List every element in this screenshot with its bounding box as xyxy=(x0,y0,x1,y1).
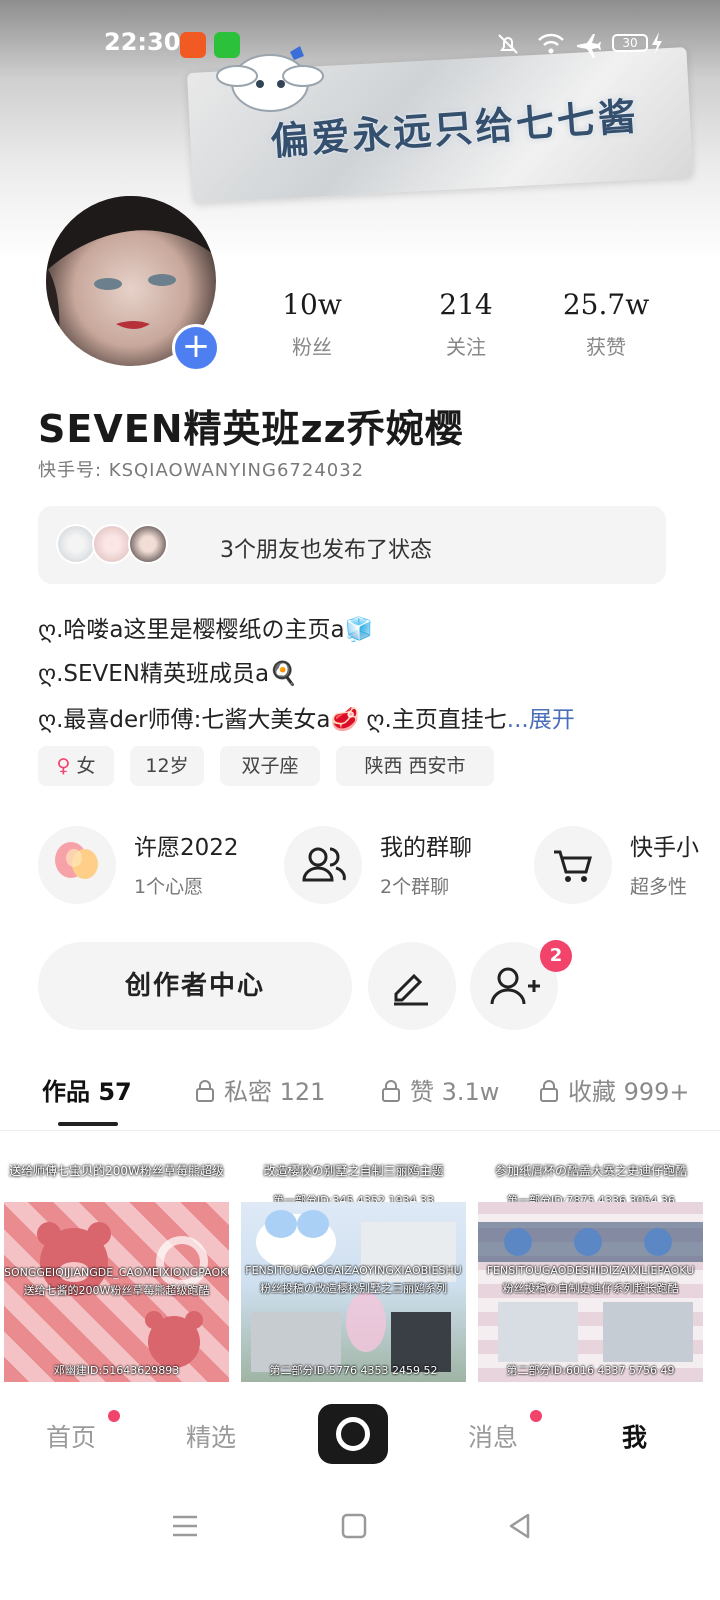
tab-private[interactable]: 私密 121 xyxy=(196,1072,325,1107)
friends-status-text: 3个朋友也发布了状态 xyxy=(220,538,432,563)
video-subtitle: 第二部分ID:6016 4337 5756 49 xyxy=(506,1364,675,1377)
mute-icon xyxy=(498,34,518,54)
video-subtitle: 送给七酱的200W粉丝草莓熊超级跑酷 xyxy=(23,1284,210,1297)
feature-title: 快手小 xyxy=(630,835,699,861)
stat-value: 214 xyxy=(439,288,493,321)
stat-following[interactable]: 214 关注 xyxy=(406,288,526,360)
lock-icon xyxy=(540,1080,558,1102)
group-icon xyxy=(284,826,362,904)
battery-icon: 30 xyxy=(612,34,648,52)
feature-subtitle: 1个心愿 xyxy=(134,876,204,898)
tab-label: 私密 121 xyxy=(224,1078,326,1106)
bio-line: ღ.SEVEN精英班成员a🍳 xyxy=(38,661,298,687)
tag-zodiac: 双子座 xyxy=(220,746,320,786)
grid-divider xyxy=(0,1130,720,1131)
video-preview: FENSITOUGAODESHIDIZAIXILIEPAOKU 粉丝投稿の自制史… xyxy=(478,1202,703,1382)
stat-label: 关注 xyxy=(446,335,486,359)
video-caption: 送给师傅七宝贝的200W粉丝草莓熊超级 xyxy=(9,1164,224,1178)
feature-subtitle: 2个群聊 xyxy=(380,876,450,898)
feature-title: 许愿2022 xyxy=(134,835,239,861)
menu-icon[interactable] xyxy=(170,1512,200,1540)
tab-label: 收藏 999+ xyxy=(568,1078,690,1106)
tab-label: 赞 3.1w xyxy=(410,1078,500,1106)
kuaishou-app-icon xyxy=(180,32,206,58)
status-time: 22:30 xyxy=(104,28,181,56)
stat-likes[interactable]: 25.7w 获赞 xyxy=(546,288,666,360)
bio-text: ღ.最喜der师傅:七酱大美女a🥩 ღ.主页直挂七 xyxy=(38,707,507,733)
bio-expand-link[interactable]: ...展开 xyxy=(507,707,575,733)
video-subtitle: FENSITOUGAODESHIDIZAIXILIEPAOKU xyxy=(486,1264,695,1277)
friend-avatar xyxy=(92,524,132,564)
back-triangle-icon[interactable] xyxy=(506,1512,534,1540)
tab-works[interactable]: 作品 57 xyxy=(42,1072,132,1107)
video-subtitle: 粉丝投稿の改造樱校别墅之三丽鸥系列 xyxy=(260,1282,447,1295)
notification-badge: 2 xyxy=(540,940,572,972)
video-caption: 改造樱校の别墅之自制三丽鸥主题 xyxy=(263,1164,444,1178)
lock-icon xyxy=(196,1080,214,1102)
bio-line: ღ.哈喽a这里是樱樱纸の主页a🧊 xyxy=(38,617,374,643)
female-icon: ♀ xyxy=(56,755,71,777)
nav-home[interactable]: 首页 xyxy=(46,1418,96,1454)
friends-status-card[interactable]: 3个朋友也发布了状态 xyxy=(38,506,666,584)
wifi-icon xyxy=(538,33,564,54)
bio-line: ღ.最喜der师傅:七酱大美女a🥩 ღ.主页直挂七...展开 xyxy=(38,700,575,734)
friend-avatar xyxy=(56,524,96,564)
feature-title: 我的群聊 xyxy=(380,835,472,861)
status-bar: 22:30 30 xyxy=(0,24,720,64)
lock-icon xyxy=(382,1080,400,1102)
nav-home-dot xyxy=(108,1410,120,1422)
shoot-button[interactable] xyxy=(318,1404,388,1464)
stat-value: 25.7w xyxy=(562,288,650,321)
kuaishou-id[interactable]: 快手号: KSQIAOWANYING6724032 xyxy=(38,456,364,482)
nav-me[interactable]: 我 xyxy=(622,1418,647,1454)
nav-messages[interactable]: 消息 xyxy=(468,1418,518,1454)
airplane-icon xyxy=(577,34,601,58)
video-subtitle: FENSITOUGAOGAIZAOYINGXIAOBIESHU xyxy=(245,1264,462,1277)
video-subtitle: 邓幽建ID:51643629893 xyxy=(53,1364,180,1377)
friend-avatar xyxy=(128,524,168,564)
feature-subtitle: 超多性 xyxy=(630,876,688,898)
charging-icon xyxy=(652,32,662,54)
home-square-icon[interactable] xyxy=(340,1512,368,1540)
nav-featured[interactable]: 精选 xyxy=(186,1418,236,1454)
username: SEVEN精英班zz乔婉樱 xyxy=(38,407,464,451)
nav-messages-dot xyxy=(530,1410,542,1422)
lantern-icon xyxy=(38,826,116,904)
video-caption: 参加纸屑杯の酷盖大赛之史迪仔跑酷 xyxy=(494,1164,687,1178)
bottom-nav: 首页 精选 消息 我 xyxy=(0,1388,720,1480)
tab-favorites[interactable]: 收藏 999+ xyxy=(540,1072,690,1107)
video-subtitle: 粉丝投稿の自制史迪仔系列超长跑酷 xyxy=(502,1282,679,1295)
video-thumbnail[interactable]: 改造樱校の别墅之自制三丽鸥主题 第一部分ID:345 4352 1934 33 … xyxy=(237,1132,470,1388)
stat-fans[interactable]: 10w 粉丝 xyxy=(252,288,372,360)
edit-profile-button[interactable] xyxy=(368,942,456,1030)
video-preview: SONGGEIQIJIANGDE_CAOMEIXIONGPAOKU 送给七酱的2… xyxy=(4,1202,229,1382)
add-avatar-button[interactable]: + xyxy=(172,324,220,372)
stat-label: 粉丝 xyxy=(292,335,332,359)
video-preview: FENSITOUGAOGAIZAOYINGXIAOBIESHU 粉丝投稿の改造樱… xyxy=(241,1202,466,1382)
tag-gender: ♀ 女 xyxy=(38,746,114,786)
tab-likes[interactable]: 赞 3.1w xyxy=(382,1072,499,1107)
system-navigation-bar xyxy=(0,1480,720,1600)
video-subtitle: 第二部分ID:5776 4353 2459 52 xyxy=(269,1364,438,1377)
creator-center-button[interactable]: 创作者中心 xyxy=(38,942,352,1030)
pencil-icon xyxy=(394,973,428,1006)
video-thumbnail[interactable]: 送给师傅七宝贝的200W粉丝草莓熊超级 SONGGEIQIJIANGDE_CAO… xyxy=(0,1132,233,1388)
stat-label: 获赞 xyxy=(586,335,626,359)
tag-label: 女 xyxy=(76,755,96,777)
stat-value: 10w xyxy=(282,288,342,321)
video-thumbnail[interactable]: 参加纸屑杯の酷盖大赛之史迪仔跑酷 第一部分ID:7875 4336 3054 3… xyxy=(474,1132,708,1388)
camera-ring-icon xyxy=(336,1417,370,1451)
active-tab-indicator xyxy=(58,1122,118,1126)
iqiyi-app-icon xyxy=(214,32,240,58)
video-subtitle: SONGGEIQIJIANGDE_CAOMEIXIONGPAOKU xyxy=(4,1266,229,1279)
tag-age: 12岁 xyxy=(130,746,204,786)
cart-icon xyxy=(534,826,612,904)
tag-location: 陕西 西安市 xyxy=(336,746,494,786)
